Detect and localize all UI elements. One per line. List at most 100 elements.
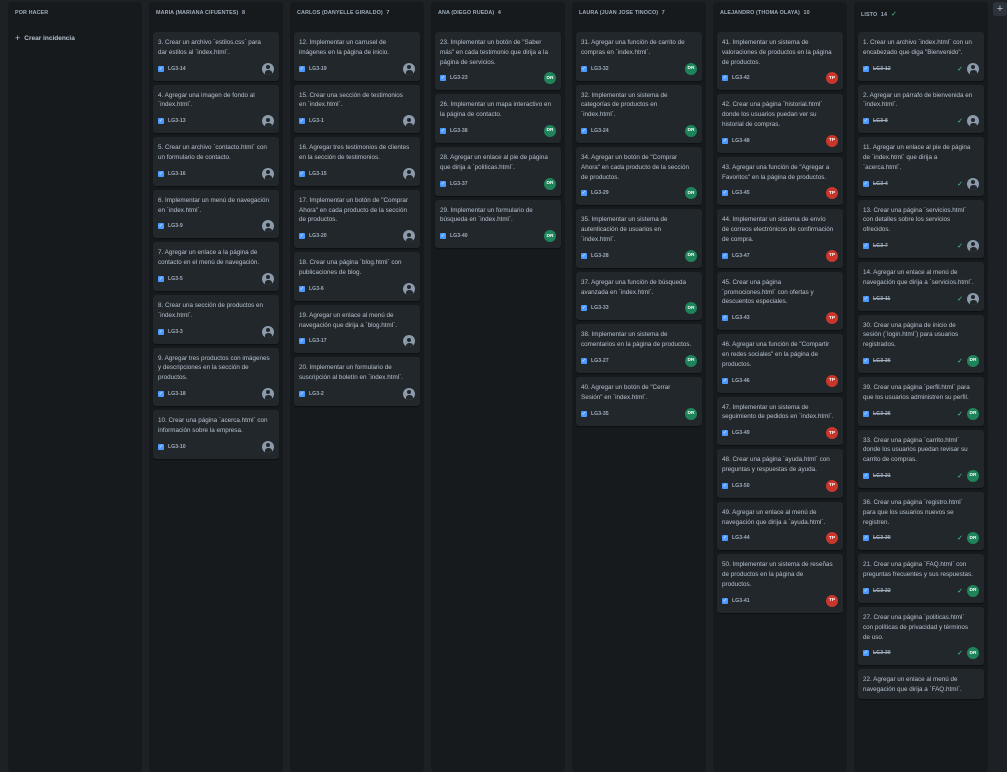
issue-card[interactable]: 11. Agregar un enlace al pie de página d… [858, 137, 984, 196]
issue-card[interactable]: 48. Crear una página `ayuda.html` con pr… [717, 449, 843, 498]
issue-key[interactable]: LG3-16 [168, 171, 186, 177]
issue-key[interactable]: LG3-23 [450, 75, 468, 81]
issue-key[interactable]: LG3-27 [591, 358, 609, 364]
issue-card[interactable]: 43. Agregar una función de "Agregar a Fa… [717, 156, 843, 206]
issue-key[interactable]: LG3-9 [168, 223, 183, 229]
assignee-avatar[interactable]: DR [685, 124, 697, 137]
issue-key[interactable]: LG3-48 [732, 138, 750, 144]
issue-card[interactable]: 2. Agregar un párrafo de bienvenida en `… [858, 84, 984, 134]
issue-key[interactable]: LG3-32 [591, 66, 609, 72]
assignee-avatar[interactable]: DR [685, 407, 697, 420]
issue-key[interactable]: LG3-39 [873, 535, 891, 541]
issue-card[interactable]: 13. Crear una página `servicios.html` co… [858, 199, 984, 258]
assignee-avatar[interactable]: DR [685, 354, 697, 367]
issue-key[interactable]: LG3-28 [591, 253, 609, 259]
issue-card[interactable]: 27. Crear una página `politicas.html` co… [858, 606, 984, 666]
assignee-avatar[interactable]: DR [544, 177, 556, 190]
user-placeholder-icon[interactable] [967, 177, 979, 190]
user-placeholder-icon[interactable] [262, 115, 274, 128]
issue-card[interactable]: 8. Crear una sección de productos en `in… [153, 294, 279, 344]
user-placeholder-icon[interactable] [403, 282, 415, 295]
issue-key[interactable]: LG3-15 [309, 171, 327, 177]
issue-card[interactable]: 16. Agregar tres testimonios de clientes… [294, 137, 420, 186]
assignee-avatar[interactable]: DR [967, 469, 979, 482]
issue-card[interactable]: 21. Crear una página `FAQ.html` con preg… [858, 554, 984, 603]
assignee-avatar[interactable]: DR [544, 72, 556, 85]
issue-key[interactable]: LG3-50 [732, 483, 750, 489]
user-placeholder-icon[interactable] [262, 387, 274, 400]
issue-key[interactable]: LG3-1 [309, 118, 324, 124]
issue-key[interactable]: LG3-17 [309, 338, 327, 344]
issue-key[interactable]: LG3-4 [873, 181, 888, 187]
issue-key[interactable]: LG3-11 [873, 296, 890, 302]
issue-card[interactable]: 30. Crear una página de inicio de sesión… [858, 314, 984, 373]
issue-card[interactable]: 37. Agregar una función de búsqueda avan… [576, 271, 702, 321]
issue-card[interactable]: 38. Implementar un sistema de comentario… [576, 324, 702, 373]
issue-card[interactable]: 33. Crear una página `carrito.html` dond… [858, 429, 984, 488]
issue-card[interactable]: 4. Agregar una imagen de fondo al `index… [153, 84, 279, 134]
issue-card[interactable]: 6. Implementar un menú de navegación en … [153, 189, 279, 239]
issue-key[interactable]: LG3-47 [732, 253, 750, 259]
user-placeholder-icon[interactable] [967, 292, 979, 305]
issue-card[interactable]: 28. Agregar un enlace al pie de página q… [435, 146, 561, 196]
assignee-avatar[interactable]: DR [685, 62, 697, 75]
issue-key[interactable]: LG3-2 [309, 391, 324, 397]
issue-card[interactable]: 7. Agregar un enlace a la página de cont… [153, 242, 279, 291]
user-placeholder-icon[interactable] [262, 62, 274, 75]
issue-card[interactable]: 3. Crear un archivo `estilos.css` para d… [153, 32, 279, 81]
issue-key[interactable]: LG3-37 [450, 181, 468, 187]
issue-key[interactable]: LG3-41 [732, 598, 750, 604]
issue-card[interactable]: 9. Agregar tres productos con imágenes y… [153, 347, 279, 406]
issue-key[interactable]: LG3-12 [873, 66, 891, 72]
user-placeholder-icon[interactable] [403, 335, 415, 348]
assignee-avatar[interactable]: TP [826, 594, 838, 607]
issue-card[interactable]: 42. Crear una página `historial.html` do… [717, 94, 843, 153]
issue-card[interactable]: 20. Implementar un formulario de suscrip… [294, 357, 420, 406]
issue-card[interactable]: 12. Implementar un carrusel de imágenes … [294, 32, 420, 81]
assignee-avatar[interactable]: DR [685, 249, 697, 262]
assignee-avatar[interactable]: DR [685, 302, 697, 315]
issue-card[interactable]: 14. Agregar un enlace al menú de navegac… [858, 261, 984, 311]
issue-key[interactable]: LG3-36 [873, 358, 891, 364]
issue-card[interactable]: 36. Crear una página `registro.html` par… [858, 491, 984, 551]
user-placeholder-icon[interactable] [262, 440, 274, 453]
issue-key[interactable]: LG3-3 [168, 329, 183, 335]
assignee-avatar[interactable]: DR [544, 230, 556, 243]
issue-card[interactable]: 5. Crear un archivo `contacto.html` con … [153, 137, 279, 186]
issue-key[interactable]: LG3-7 [873, 243, 888, 249]
issue-card[interactable]: 29. Implementar un formulario de búsqued… [435, 199, 561, 249]
user-placeholder-icon[interactable] [403, 62, 415, 75]
assignee-avatar[interactable]: DR [967, 354, 979, 367]
issue-card[interactable]: 1. Crear un archivo `index.html` con un … [858, 32, 984, 81]
assignee-avatar[interactable]: DR [544, 124, 556, 137]
assignee-avatar[interactable]: TP [826, 374, 838, 387]
issue-key[interactable]: LG3-6 [309, 286, 324, 292]
issue-key[interactable]: LG3-49 [732, 430, 750, 436]
user-placeholder-icon[interactable] [262, 167, 274, 180]
user-placeholder-icon[interactable] [967, 62, 979, 75]
issue-card[interactable]: 34. Agregar un botón de "Comprar Ahora" … [576, 146, 702, 206]
issue-card[interactable]: 41. Implementar un sistema de valoracion… [717, 32, 843, 91]
issue-card[interactable]: 45. Crear una página `promociones.html` … [717, 271, 843, 331]
issue-key[interactable]: LG3-8 [873, 118, 888, 124]
issue-key[interactable]: LG3-46 [732, 378, 750, 384]
issue-card[interactable]: 18. Crear una página `blog.html` con pub… [294, 252, 420, 301]
issue-key[interactable]: LG3-21 [873, 473, 891, 479]
assignee-avatar[interactable]: DR [967, 584, 979, 597]
issue-card[interactable]: 22. Agregar un enlace al menú de navegac… [858, 669, 984, 699]
issue-key[interactable]: LG3-14 [168, 66, 186, 72]
issue-key[interactable]: LG3-38 [450, 128, 468, 134]
issue-key[interactable]: LG3-33 [591, 305, 609, 311]
issue-card[interactable]: 23. Implementar un botón de "Saber más" … [435, 32, 561, 91]
issue-key[interactable]: LG3-18 [168, 391, 186, 397]
user-placeholder-icon[interactable] [403, 167, 415, 180]
user-placeholder-icon[interactable] [967, 115, 979, 128]
issue-key[interactable]: LG3-24 [591, 128, 609, 134]
assignee-avatar[interactable]: TP [826, 479, 838, 492]
issue-key[interactable]: LG3-10 [168, 444, 186, 450]
assignee-avatar[interactable]: DR [967, 407, 979, 420]
issue-card[interactable]: 50. Implementar un sistema de reseñas de… [717, 554, 843, 613]
issue-card[interactable]: 19. Agregar un enlace al menú de navegac… [294, 304, 420, 354]
user-placeholder-icon[interactable] [403, 115, 415, 128]
issue-card[interactable]: 46. Agregar una función de "Compartir en… [717, 334, 843, 393]
